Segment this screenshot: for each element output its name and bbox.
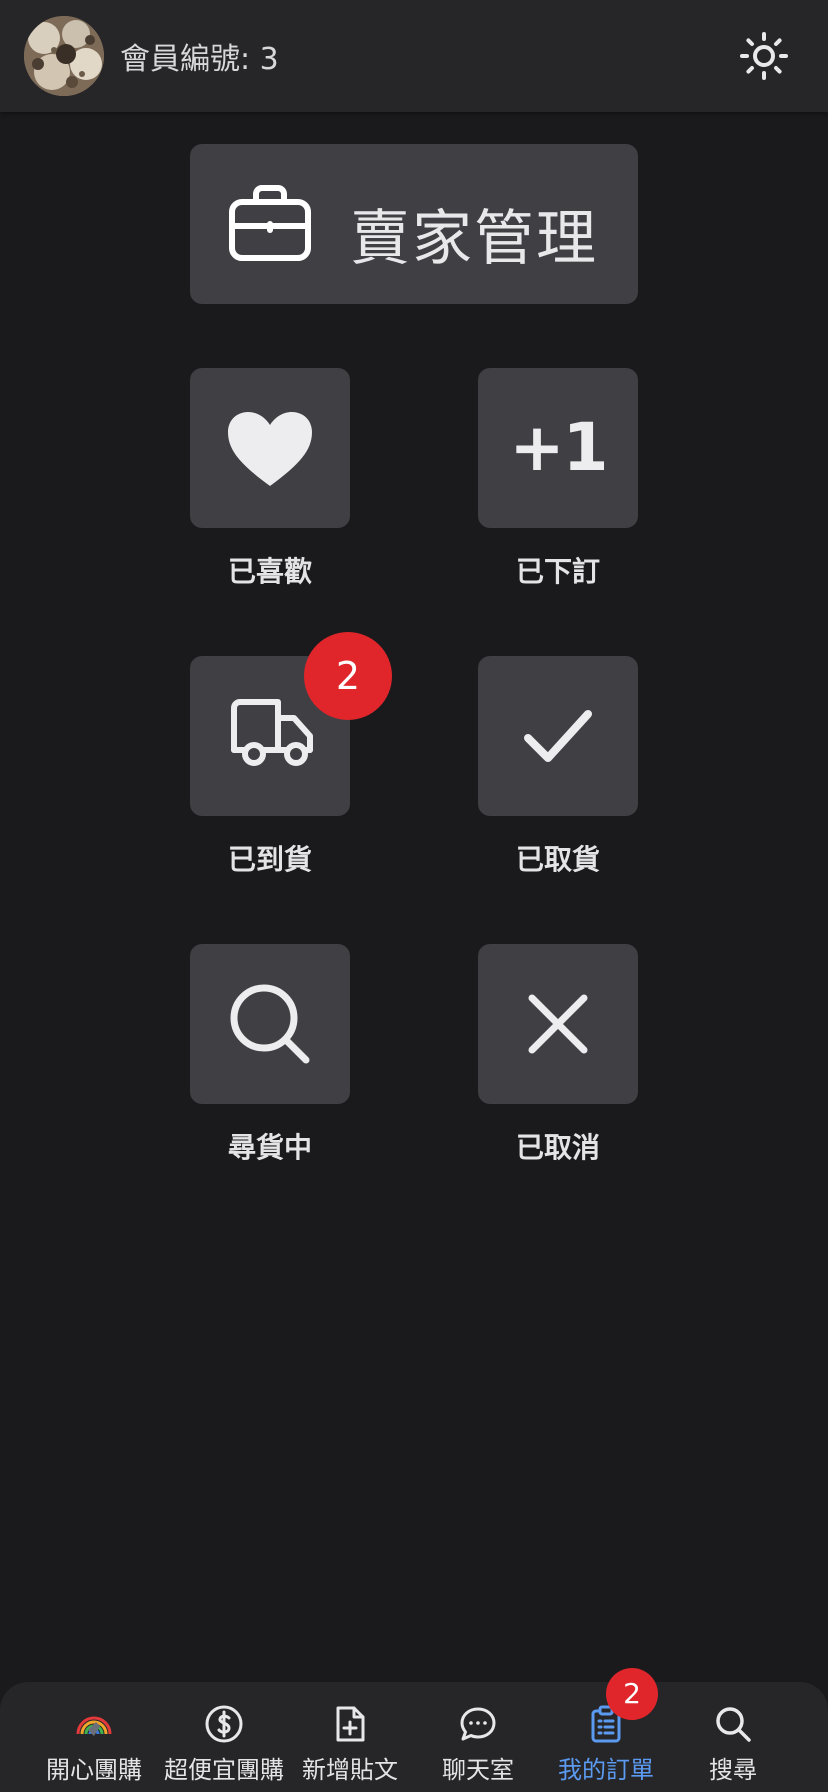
sun-icon [740, 32, 788, 80]
ordered-button[interactable]: +1 [478, 368, 638, 528]
rainbow-icon [76, 1716, 112, 1736]
bottom-navigation: 開心團購 超便宜團購 新增貼文 聊天室 我的訂單 搜尋 [0, 1682, 828, 1792]
seller-management-button[interactable]: 賣家管理 [190, 144, 638, 304]
member-id-label: 會員編號: 3 [120, 42, 279, 77]
plus-one-icon: +1 [509, 409, 608, 486]
liked-label: 已喜歡 [227, 555, 312, 588]
heart-icon [228, 412, 312, 486]
briefcase-icon [229, 185, 311, 261]
user-avatar[interactable] [24, 16, 104, 96]
arrived-label: 已到貨 [227, 843, 312, 876]
theme-toggle-button[interactable] [738, 30, 790, 82]
seller-management-label: 賣家管理 [350, 204, 598, 274]
cancelled-label: 已取消 [515, 1131, 600, 1164]
picked-up-button[interactable] [478, 656, 638, 816]
cancelled-button[interactable] [478, 944, 638, 1104]
searching-button[interactable] [190, 944, 350, 1104]
dollar-circle-icon [205, 1705, 243, 1743]
picked-up-label: 已取貨 [515, 843, 600, 876]
chat-bubble-icon [460, 1707, 496, 1741]
file-plus-icon [336, 1706, 365, 1742]
searching-label: 尋貨中 [227, 1131, 312, 1164]
arrived-count-badge: 2 [304, 632, 392, 720]
search-icon [230, 984, 310, 1064]
my-orders-count-badge: 2 [606, 1668, 658, 1720]
nav-search[interactable]: 搜尋 [664, 1682, 802, 1792]
ordered-label: 已下訂 [515, 555, 600, 588]
nav-search-label: 搜尋 [709, 1756, 757, 1784]
nav-happy-group-buy[interactable]: 開心團購 [25, 1682, 163, 1792]
app-header: 會員編號: 3 [0, 0, 828, 112]
close-icon [528, 994, 588, 1054]
search-icon [716, 1707, 751, 1742]
liked-button[interactable] [190, 368, 350, 528]
check-icon [524, 710, 592, 762]
